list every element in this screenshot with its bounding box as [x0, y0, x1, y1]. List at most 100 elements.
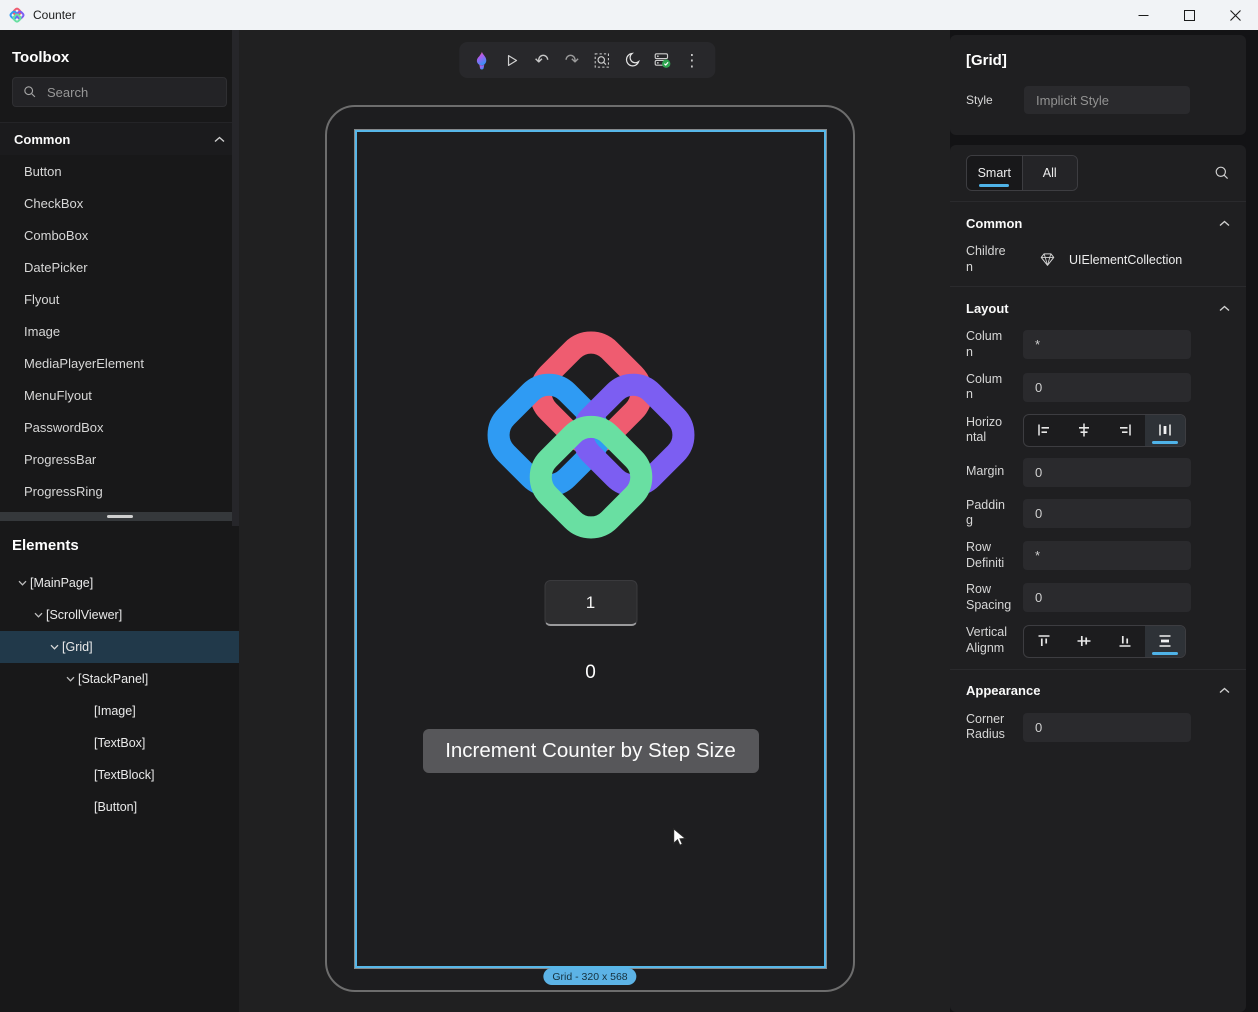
toolbox-item-progressring[interactable]: ProgressRing [0, 475, 239, 507]
toolbox-item-checkbox[interactable]: CheckBox [0, 187, 239, 219]
column-row: Colum n 0 [950, 372, 1246, 403]
maximize-button[interactable] [1166, 0, 1212, 30]
design-canvas: ↶ ↷ [239, 30, 950, 1012]
stretch-horizontal-button[interactable] [1145, 415, 1185, 446]
vertical-alignment-group [1023, 625, 1186, 658]
align-left-button[interactable] [1024, 415, 1064, 446]
tree-item-label: [Button] [94, 800, 137, 814]
uno-logo-icon [476, 320, 706, 550]
toolbox-section-common[interactable]: Common [0, 122, 239, 155]
tree-item-label: [Image] [94, 704, 136, 718]
column-input[interactable]: 0 [1023, 373, 1191, 402]
step-size-textbox[interactable]: 1 [544, 580, 637, 626]
runtime-status-button[interactable] [647, 45, 677, 75]
tree-item-mainpage[interactable]: [MainPage] [0, 567, 239, 599]
chevron-up-icon [214, 136, 225, 143]
children-value[interactable]: UIElementCollection [1023, 251, 1182, 268]
stretch-vertical-button[interactable] [1145, 626, 1185, 657]
section-layout[interactable]: Layout [950, 287, 1246, 329]
tree-item-textblock[interactable]: [TextBlock] [0, 759, 239, 791]
chevron-down-icon[interactable] [14, 580, 30, 586]
section-appearance[interactable]: Appearance [950, 670, 1246, 712]
chevron-down-icon[interactable] [30, 612, 46, 618]
toolbox-scrollbar[interactable] [232, 30, 239, 526]
chevron-down-icon[interactable] [62, 676, 78, 682]
tree-item-label: [StackPanel] [78, 672, 148, 686]
hot-design-window: Counter Toolbox Search Common Bu [0, 0, 1258, 1012]
zoom-selection-button[interactable] [587, 45, 617, 75]
design-toolbar: ↶ ↷ [459, 42, 715, 78]
align-center-vertical-button[interactable] [1064, 626, 1104, 657]
tree-item-label: [ScrollViewer] [46, 608, 122, 622]
app-logo-icon [9, 7, 25, 23]
row-spacing-input[interactable]: 0 [1023, 583, 1191, 612]
tree-item-textbox[interactable]: [TextBox] [0, 727, 239, 759]
panel-splitter[interactable] [0, 512, 239, 521]
close-button[interactable] [1212, 0, 1258, 30]
column-definitions-input[interactable]: * [1023, 330, 1191, 359]
selection-header-card: [Grid] Style Implicit Style [950, 35, 1246, 135]
margin-input[interactable]: 0 [1023, 458, 1191, 487]
corner-radius-input[interactable]: 0 [1023, 713, 1191, 742]
redo-icon: ↷ [565, 52, 579, 69]
increment-button[interactable]: Increment Counter by Step Size [423, 729, 759, 773]
align-right-button[interactable] [1105, 415, 1145, 446]
toolbox-item-mediaplayerelement[interactable]: MediaPlayerElement [0, 347, 239, 379]
app-logo-image[interactable] [476, 320, 706, 550]
section-common[interactable]: Common [950, 202, 1246, 244]
row-definitions-input[interactable]: * [1023, 541, 1191, 570]
left-sidebar: Toolbox Search Common Button CheckBox Co… [0, 30, 239, 1012]
minimize-button[interactable] [1120, 0, 1166, 30]
tab-smart[interactable]: Smart [967, 156, 1022, 190]
runtime-ok-icon [653, 51, 671, 69]
align-center-horizontal-button[interactable] [1064, 415, 1104, 446]
counter-textblock[interactable]: 0 [585, 662, 596, 684]
padding-input[interactable]: 0 [1023, 499, 1191, 528]
more-button[interactable]: ⋮ [677, 45, 707, 75]
align-left-icon [1036, 422, 1052, 438]
undo-button[interactable]: ↶ [527, 45, 557, 75]
elements-heading: Elements [0, 521, 239, 567]
properties-search-icon[interactable] [1214, 165, 1230, 181]
toolbox-item-image[interactable]: Image [0, 315, 239, 347]
toolbox-item-combobox[interactable]: ComboBox [0, 219, 239, 251]
chevron-up-icon [1219, 305, 1230, 312]
window-controls [1120, 0, 1258, 30]
section-title: Layout [966, 301, 1009, 316]
style-input[interactable]: Implicit Style [1024, 86, 1190, 114]
column-definitions-row: Colum n * [950, 329, 1246, 360]
toolbox-item-passwordbox[interactable]: PasswordBox [0, 411, 239, 443]
toolbox-item-flyout[interactable]: Flyout [0, 283, 239, 315]
chevron-down-icon[interactable] [46, 644, 62, 650]
tree-item-label: [TextBox] [94, 736, 145, 750]
tab-all[interactable]: All [1022, 156, 1078, 190]
theme-toggle-button[interactable] [617, 45, 647, 75]
toolbox-item-progressbar[interactable]: ProgressBar [0, 443, 239, 475]
toolbox-item-button[interactable]: Button [0, 155, 239, 187]
align-top-button[interactable] [1024, 626, 1064, 657]
margin-label: Margin [966, 464, 1023, 480]
tree-item-button[interactable]: [Button] [0, 791, 239, 823]
align-bottom-button[interactable] [1105, 626, 1145, 657]
redo-button[interactable]: ↷ [557, 45, 587, 75]
tree-item-grid[interactable]: [Grid] [0, 631, 239, 663]
hot-design-flame-button[interactable] [467, 45, 497, 75]
device-frame: 1 0 Increment Counter by Step Size Grid … [325, 105, 855, 992]
properties-panel: [Grid] Style Implicit Style Smart All Co… [950, 30, 1258, 1012]
children-label: Childre n [966, 244, 1023, 275]
children-row: Childre n UIElementCollection [950, 244, 1246, 275]
toolbox-item-datepicker[interactable]: DatePicker [0, 251, 239, 283]
tree-item-scrollviewer[interactable]: [ScrollViewer] [0, 599, 239, 631]
padding-label: Paddin g [966, 498, 1023, 529]
padding-row: Paddin g 0 [950, 498, 1246, 529]
tree-item-image[interactable]: [Image] [0, 695, 239, 727]
play-button[interactable] [497, 45, 527, 75]
toolbox-item-menuflyout[interactable]: MenuFlyout [0, 379, 239, 411]
grid-selection-outline[interactable]: 1 0 Increment Counter by Step Size [355, 130, 826, 968]
search-placeholder: Search [47, 85, 88, 100]
column-label: Colum n [966, 372, 1023, 403]
horizontal-alignment-label: Horizo ntal [966, 415, 1023, 446]
toolbox-search-input[interactable]: Search [12, 77, 227, 107]
horizontal-alignment-row: Horizo ntal [950, 414, 1246, 447]
tree-item-stackpanel[interactable]: [StackPanel] [0, 663, 239, 695]
